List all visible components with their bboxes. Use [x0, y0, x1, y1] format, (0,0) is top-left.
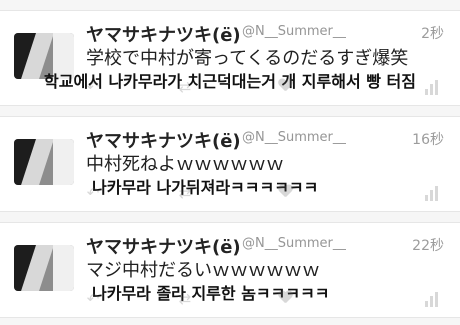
- heart-icon[interactable]: [278, 291, 296, 307]
- retweet-icon[interactable]: ⇄: [176, 185, 194, 201]
- tweet-text: マジ中村だるいｗｗｗｗｗｗ: [86, 260, 320, 281]
- heart-icon[interactable]: [278, 79, 296, 95]
- reply-icon[interactable]: ↶: [84, 185, 102, 201]
- stats-icon[interactable]: [424, 79, 442, 95]
- avatar[interactable]: [14, 245, 74, 291]
- tweet-card[interactable]: ヤマサキナツキ(ë) @N__Summer__ 2秒 学校で中村が寄ってくるのだ…: [0, 10, 460, 106]
- tweet-card[interactable]: ヤマサキナツキ(ë) @N__Summer__ 16秒 中村死ねよｗｗｗｗｗｗ …: [0, 116, 460, 212]
- user-handle[interactable]: @N__Summer__: [242, 236, 346, 251]
- tweet-actions: ↶ ⇄: [84, 79, 448, 99]
- heart-icon[interactable]: [278, 185, 296, 201]
- reply-icon[interactable]: ↶: [84, 291, 102, 307]
- tweet-time: 22秒: [412, 238, 444, 254]
- tweet-actions: ↶ ⇄: [84, 291, 448, 311]
- reply-icon[interactable]: ↶: [84, 79, 102, 95]
- retweet-icon[interactable]: ⇄: [176, 291, 194, 307]
- tweet-feed: ヤマサキナツキ(ë) @N__Summer__ 2秒 学校で中村が寄ってくるのだ…: [0, 0, 460, 325]
- tweet-text: 中村死ねよｗｗｗｗｗｗ: [86, 154, 284, 175]
- retweet-icon[interactable]: ⇄: [176, 79, 194, 95]
- tweet-time: 16秒: [412, 132, 444, 148]
- tweet-actions: ↶ ⇄: [84, 185, 448, 205]
- avatar[interactable]: [14, 139, 74, 185]
- stats-icon[interactable]: [424, 185, 442, 201]
- tweet-time: 2秒: [421, 26, 444, 42]
- user-handle[interactable]: @N__Summer__: [242, 24, 346, 39]
- tweet-card[interactable]: ヤマサキナツキ(ë) @N__Summer__ 22秒 マジ中村だるいｗｗｗｗｗ…: [0, 222, 460, 318]
- stats-icon[interactable]: [424, 291, 442, 307]
- tweet-text: 学校で中村が寄ってくるのだるすぎ爆笑: [86, 48, 409, 69]
- user-handle[interactable]: @N__Summer__: [242, 130, 346, 145]
